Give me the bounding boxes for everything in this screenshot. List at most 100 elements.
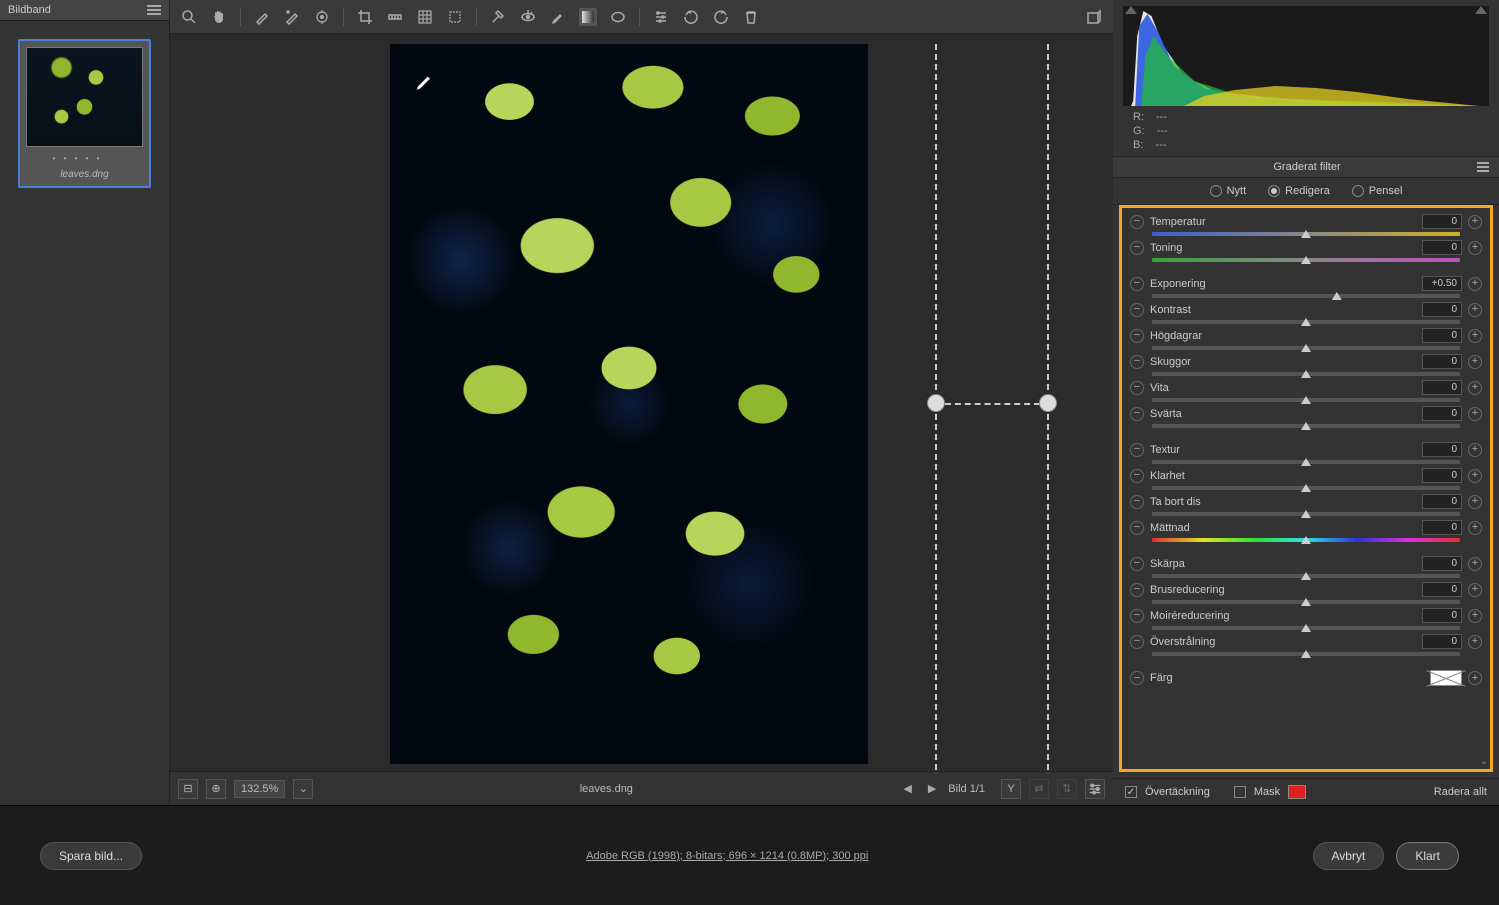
panel-menu-icon[interactable] <box>1477 162 1489 172</box>
slider-track[interactable] <box>1152 398 1460 402</box>
slider-track[interactable] <box>1152 460 1460 464</box>
canvas[interactable] <box>170 34 1113 771</box>
value-input[interactable] <box>1422 582 1462 597</box>
decrement-icon[interactable]: − <box>1130 303 1144 317</box>
overlay-checkbox[interactable] <box>1125 786 1137 798</box>
decrement-icon[interactable]: − <box>1130 215 1144 229</box>
copy-settings-icon[interactable]: ⇅ <box>1057 779 1077 799</box>
decrement-icon[interactable]: − <box>1130 241 1144 255</box>
filmstrip-menu-icon[interactable] <box>147 5 161 15</box>
gradient-axis-line[interactable] <box>945 403 1040 405</box>
hand-icon[interactable] <box>210 8 228 26</box>
value-input[interactable] <box>1422 556 1462 571</box>
slider-track[interactable] <box>1152 486 1460 490</box>
value-input[interactable] <box>1422 520 1462 535</box>
decrement-icon[interactable]: − <box>1130 609 1144 623</box>
value-input[interactable] <box>1422 380 1462 395</box>
decrement-icon[interactable]: − <box>1130 671 1144 685</box>
open-object-icon[interactable] <box>1085 8 1103 26</box>
value-input[interactable] <box>1422 214 1462 229</box>
decrement-icon[interactable]: − <box>1130 469 1144 483</box>
redo-icon[interactable] <box>712 8 730 26</box>
cancel-button[interactable]: Avbryt <box>1313 842 1385 870</box>
trash-icon[interactable] <box>742 8 760 26</box>
increment-icon[interactable]: + <box>1468 495 1482 509</box>
value-input[interactable] <box>1422 240 1462 255</box>
guided-icon[interactable] <box>416 8 434 26</box>
decrement-icon[interactable]: − <box>1130 329 1144 343</box>
slider-track[interactable] <box>1152 574 1460 578</box>
swap-icon[interactable]: ⇄ <box>1029 779 1049 799</box>
decrement-icon[interactable]: − <box>1130 355 1144 369</box>
slider-track[interactable] <box>1152 652 1460 656</box>
value-input[interactable] <box>1422 354 1462 369</box>
decrement-icon[interactable]: − <box>1130 495 1144 509</box>
decrement-icon[interactable]: − <box>1130 635 1144 649</box>
decrement-icon[interactable]: − <box>1130 521 1144 535</box>
thumbnail-selected[interactable]: • • • • • leaves.dng <box>18 39 151 188</box>
mode-edit[interactable]: Redigera <box>1268 185 1330 197</box>
radial-filter-icon[interactable] <box>609 8 627 26</box>
expand-icon[interactable]: ⊕ <box>206 779 226 799</box>
slider-track[interactable] <box>1152 232 1460 236</box>
value-input[interactable] <box>1422 608 1462 623</box>
straighten-icon[interactable] <box>386 8 404 26</box>
presets-icon[interactable] <box>652 8 670 26</box>
slider-track[interactable] <box>1152 294 1460 298</box>
increment-icon[interactable]: + <box>1468 609 1482 623</box>
mask-color-swatch[interactable] <box>1288 785 1306 799</box>
mode-new[interactable]: Nytt <box>1210 185 1247 197</box>
value-input[interactable] <box>1422 328 1462 343</box>
transform-icon[interactable] <box>446 8 464 26</box>
decrement-icon[interactable]: − <box>1130 277 1144 291</box>
gradient-handle-end[interactable] <box>1039 394 1057 412</box>
zoom-dropdown-icon[interactable]: ⌄ <box>293 779 313 799</box>
sliders-toggle-icon[interactable] <box>1085 779 1105 799</box>
increment-icon[interactable]: + <box>1468 557 1482 571</box>
color-swatch[interactable] <box>1430 670 1462 686</box>
slider-track[interactable] <box>1152 512 1460 516</box>
value-input[interactable] <box>1422 276 1462 291</box>
white-balance-icon[interactable] <box>253 8 271 26</box>
slider-track[interactable] <box>1152 320 1460 324</box>
increment-icon[interactable]: + <box>1468 277 1482 291</box>
increment-icon[interactable]: + <box>1468 215 1482 229</box>
increment-icon[interactable]: + <box>1468 583 1482 597</box>
done-button[interactable]: Klart <box>1396 842 1459 870</box>
grid-toggle-icon[interactable]: ⊟ <box>178 779 198 799</box>
clear-all-link[interactable]: Radera allt <box>1434 786 1487 798</box>
workflow-info-link[interactable]: Adobe RGB (1998); 8-bitars; 696 × 1214 (… <box>142 850 1312 862</box>
slider-track[interactable] <box>1152 346 1460 350</box>
spot-removal-icon[interactable] <box>489 8 507 26</box>
value-input[interactable] <box>1422 494 1462 509</box>
slider-track[interactable] <box>1152 258 1460 262</box>
mode-brush[interactable]: Pensel <box>1352 185 1403 197</box>
highlight-clip-icon[interactable] <box>1475 6 1487 14</box>
zoom-icon[interactable] <box>180 8 198 26</box>
save-image-button[interactable]: Spara bild... <box>40 842 142 870</box>
value-input[interactable] <box>1422 634 1462 649</box>
increment-icon[interactable]: + <box>1468 381 1482 395</box>
slider-track[interactable] <box>1152 372 1460 376</box>
increment-icon[interactable]: + <box>1468 521 1482 535</box>
value-input[interactable] <box>1422 406 1462 421</box>
scroll-down-icon[interactable]: ⌄ <box>1480 756 1488 767</box>
increment-icon[interactable]: + <box>1468 329 1482 343</box>
redeye-icon[interactable] <box>519 8 537 26</box>
decrement-icon[interactable]: − <box>1130 443 1144 457</box>
increment-icon[interactable]: + <box>1468 671 1482 685</box>
gradient-handle-start[interactable] <box>927 394 945 412</box>
value-input[interactable] <box>1422 302 1462 317</box>
undo-icon[interactable] <box>682 8 700 26</box>
shadow-clip-icon[interactable] <box>1125 6 1137 14</box>
value-input[interactable] <box>1422 442 1462 457</box>
decrement-icon[interactable]: − <box>1130 407 1144 421</box>
decrement-icon[interactable]: − <box>1130 381 1144 395</box>
decrement-icon[interactable]: − <box>1130 583 1144 597</box>
slider-track[interactable] <box>1152 626 1460 630</box>
crop-icon[interactable] <box>356 8 374 26</box>
increment-icon[interactable]: + <box>1468 407 1482 421</box>
prev-image-icon[interactable]: ◀ <box>899 782 915 795</box>
compare-icon[interactable]: Y <box>1001 779 1021 799</box>
color-sampler-icon[interactable] <box>283 8 301 26</box>
